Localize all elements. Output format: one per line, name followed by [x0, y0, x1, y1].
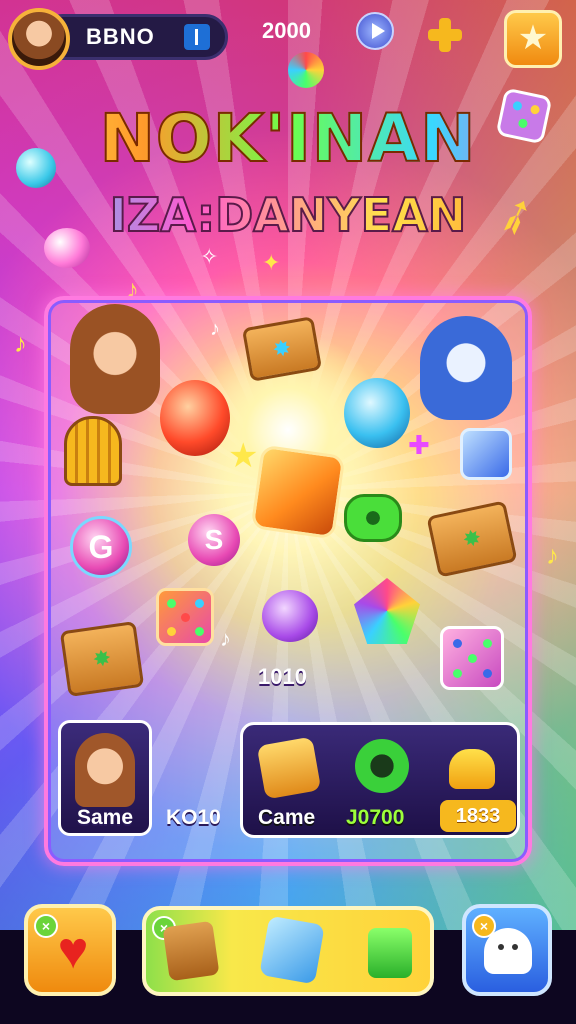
ice-cube-piece[interactable]: [460, 428, 512, 480]
rainbow-orb-icon: [288, 52, 324, 88]
lantern-piece[interactable]: [64, 416, 122, 486]
heart-icon: ♥: [57, 922, 89, 980]
music-note-icon: ♪: [546, 540, 559, 570]
water-drop-icon: [344, 378, 410, 448]
hero-character: [70, 304, 160, 414]
sparkle-icon: ✧: [200, 244, 219, 269]
purple-gem-piece[interactable]: [262, 590, 318, 642]
player-card-label: Same: [76, 806, 134, 829]
sparkle-icon: ✦: [262, 250, 281, 275]
player-avatar[interactable]: [8, 8, 70, 70]
letter-orb-piece[interactable]: G: [70, 516, 132, 578]
opponent-badge: 1833: [440, 800, 516, 832]
player-score: KO10: [166, 806, 221, 829]
player-portrait: [75, 733, 135, 807]
star-mark-icon: ✸: [460, 524, 484, 553]
crate-piece[interactable]: ✸: [59, 621, 145, 697]
star-mark-icon: ✸: [270, 334, 294, 363]
green-ring-icon: [355, 739, 409, 793]
crown-icon: [449, 749, 495, 789]
opponent-card-label: Came: [258, 806, 316, 829]
dice-piece[interactable]: [156, 588, 214, 646]
heart-button[interactable]: × ♥: [24, 904, 116, 996]
golden-cube-piece[interactable]: [250, 444, 346, 540]
rival-character: [420, 316, 512, 420]
ghost-button[interactable]: ×: [462, 904, 552, 996]
letter-orb-piece[interactable]: S: [188, 514, 240, 566]
cross-spark-icon: ✚: [408, 430, 430, 460]
dice-piece[interactable]: [440, 626, 504, 690]
powerup-bar-button[interactable]: ×: [142, 906, 434, 996]
star-button[interactable]: ★: [504, 10, 562, 68]
game-title: NOK'INAN: [0, 99, 576, 178]
opponent-score: J0700: [346, 806, 405, 829]
fire-drop-icon: [160, 380, 230, 456]
green-powerup-icon: [368, 928, 412, 978]
crate-powerup-icon: [162, 920, 220, 982]
game-subtitle: IZA:DANYEAN: [0, 187, 576, 243]
gold-crate-icon: [256, 736, 322, 800]
plus-button[interactable]: [428, 18, 462, 52]
top-score: 2000: [262, 18, 311, 43]
green-ring-piece[interactable]: [344, 494, 402, 542]
energy-bar-icon: [184, 24, 210, 50]
ice-powerup-icon: [259, 915, 325, 985]
star-mark-icon: ✸: [91, 644, 113, 673]
player-name: BBNO: [86, 24, 155, 49]
star-icon: ★: [517, 19, 549, 57]
ghost-icon: [484, 928, 532, 974]
board-score: 1010: [258, 664, 307, 689]
play-button[interactable]: [356, 12, 394, 50]
music-note-icon: ♪: [220, 626, 231, 651]
star-spark-icon: ★: [228, 437, 259, 475]
music-note-icon: ♪: [14, 328, 27, 358]
music-note-icon: ♪: [210, 318, 220, 340]
